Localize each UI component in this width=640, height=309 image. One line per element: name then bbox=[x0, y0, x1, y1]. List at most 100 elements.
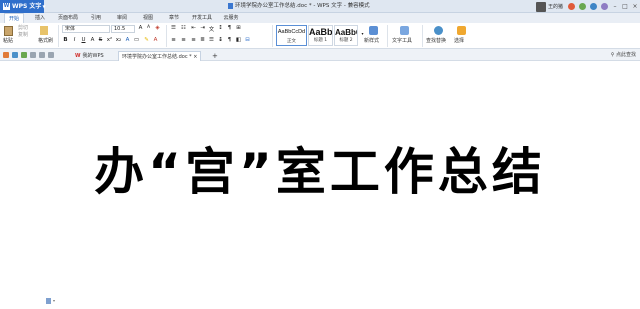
new-style-button[interactable]: 新样式 bbox=[364, 38, 379, 45]
maximize-button[interactable]: □ bbox=[620, 3, 630, 10]
page-icon[interactable] bbox=[46, 298, 51, 304]
style-caption: 标题 2 bbox=[339, 38, 353, 43]
quick-open-icon[interactable] bbox=[3, 52, 9, 58]
paste-button[interactable]: 粘贴 bbox=[3, 38, 13, 45]
close-tab-icon[interactable]: × bbox=[193, 54, 197, 60]
tab-developer[interactable]: 开发工具 bbox=[189, 13, 215, 23]
align-right-icon[interactable]: ≡ bbox=[190, 37, 197, 43]
find-replace-icon[interactable] bbox=[434, 26, 443, 35]
tab-insert[interactable]: 插入 bbox=[30, 13, 50, 23]
search-box[interactable]: ⚲ 点此查找 bbox=[611, 49, 636, 61]
paragraph-icon[interactable]: ¶ bbox=[226, 37, 233, 43]
app-menu-button[interactable]: W WPS 文字▼ bbox=[0, 0, 46, 13]
notification-icon[interactable] bbox=[568, 3, 575, 10]
font-name-select[interactable]: 宋体 bbox=[62, 25, 110, 33]
tab-document[interactable]: 环境学院办公室工作总结.doc * × bbox=[118, 51, 202, 61]
text-color-icon[interactable]: A bbox=[124, 37, 131, 43]
tab-label: 环境学院办公室工作总结.doc * bbox=[122, 54, 192, 60]
tab-view[interactable]: 视图 bbox=[138, 13, 158, 23]
tab-page-layout[interactable]: 页面布局 bbox=[55, 13, 81, 23]
text-effect-icon[interactable]: A bbox=[89, 37, 96, 43]
borders-icon[interactable]: ⊞ bbox=[235, 25, 242, 31]
line-spacing-icon[interactable]: ↨ bbox=[217, 37, 224, 43]
divider bbox=[272, 25, 273, 47]
quick-save-icon[interactable] bbox=[12, 52, 18, 58]
close-button[interactable]: × bbox=[630, 3, 640, 10]
style-sample: AaBbC bbox=[335, 28, 357, 37]
document-canvas[interactable]: 办“宫”室工作总结 ▾ bbox=[0, 62, 640, 309]
grow-font-icon[interactable]: A bbox=[137, 25, 144, 31]
tab-label: 我的WPS bbox=[82, 53, 104, 59]
divider bbox=[58, 25, 59, 47]
shrink-font-icon[interactable]: A bbox=[145, 25, 152, 30]
avatar[interactable] bbox=[535, 1, 546, 12]
divider bbox=[387, 25, 388, 47]
show-marks-icon[interactable]: ¶ bbox=[226, 25, 233, 31]
format-painter-button[interactable]: 格式刷 bbox=[38, 38, 53, 45]
font-color-icon[interactable]: A bbox=[152, 37, 159, 43]
style-heading-1[interactable]: AaBb 标题 1 bbox=[308, 25, 333, 46]
tab-cloud[interactable]: 云服务 bbox=[220, 13, 242, 23]
tab-references[interactable]: 引用 bbox=[86, 13, 106, 23]
quick-preview-icon[interactable] bbox=[30, 52, 36, 58]
divider bbox=[422, 25, 423, 47]
numbering-icon[interactable]: ☷ bbox=[180, 25, 187, 31]
chevron-down-icon[interactable]: ▾ bbox=[53, 298, 55, 303]
subscript-icon[interactable]: x₂ bbox=[115, 37, 122, 43]
select-button[interactable]: 选择 bbox=[454, 38, 464, 45]
tab-review[interactable]: 审阅 bbox=[112, 13, 132, 23]
window-title-text: 环境学院办公室工作总结.doc * - WPS 文字 - 兼容模式 bbox=[235, 3, 370, 9]
style-sample: AaBb bbox=[309, 27, 333, 37]
superscript-icon[interactable]: x² bbox=[106, 37, 113, 43]
text-tools-icon[interactable] bbox=[400, 26, 409, 35]
tab-section[interactable]: 章节 bbox=[164, 13, 184, 23]
new-tab-button[interactable]: + bbox=[209, 51, 221, 61]
sort-icon[interactable]: ↕ bbox=[217, 25, 224, 31]
tab-my-wps[interactable]: W 我的WPS bbox=[72, 51, 107, 61]
quick-print-icon[interactable] bbox=[21, 52, 27, 58]
style-sample: AaBbCcDd bbox=[277, 29, 306, 35]
title-bar-right: 王的猪 – □ × bbox=[535, 0, 640, 13]
highlight-icon[interactable]: ✎ bbox=[143, 37, 150, 43]
bullets-icon[interactable]: ☰ bbox=[170, 25, 177, 31]
borders-menu-icon[interactable]: ⊟ bbox=[244, 37, 251, 43]
align-center-icon[interactable]: ≡ bbox=[180, 37, 187, 43]
copy-button[interactable]: 复制 bbox=[18, 32, 28, 39]
style-heading-2[interactable]: AaBbC 标题 2 bbox=[334, 25, 358, 46]
menu-bar: 开始 插入 页面布局 引用 审阅 视图 章节 开发工具 云服务 bbox=[0, 13, 640, 23]
outdent-icon[interactable]: ⇤ bbox=[190, 25, 197, 31]
text-tools-button[interactable]: 文字工具 bbox=[392, 38, 412, 45]
help-icon[interactable] bbox=[590, 3, 597, 10]
cut-button[interactable]: 剪切 bbox=[18, 25, 28, 32]
indent-icon[interactable]: ⇥ bbox=[199, 25, 206, 31]
font-size-select[interactable]: 10.5 bbox=[111, 25, 135, 33]
shading-icon[interactable]: ◧ bbox=[235, 37, 242, 43]
character-border-icon[interactable]: ▭ bbox=[133, 37, 140, 43]
strikethrough-icon[interactable]: S bbox=[97, 37, 104, 43]
clear-format-icon[interactable]: ◈ bbox=[154, 25, 161, 31]
distribute-icon[interactable]: ☰ bbox=[208, 37, 215, 43]
skin-icon[interactable] bbox=[579, 3, 586, 10]
paste-icon[interactable] bbox=[4, 26, 13, 36]
justify-icon[interactable]: ≣ bbox=[199, 37, 206, 43]
tab-home[interactable]: 开始 bbox=[4, 13, 24, 23]
bold-icon[interactable]: B bbox=[62, 37, 69, 43]
username[interactable]: 王的猪 bbox=[548, 3, 563, 10]
align-left-icon[interactable]: ≡ bbox=[170, 37, 177, 43]
chinese-layout-icon[interactable]: 文 bbox=[208, 25, 215, 33]
redo-icon[interactable] bbox=[48, 52, 54, 58]
styles-more-icon[interactable]: ▾ bbox=[359, 31, 366, 36]
divider bbox=[166, 25, 167, 47]
underline-icon[interactable]: U bbox=[80, 37, 87, 43]
new-style-icon[interactable] bbox=[369, 26, 378, 35]
style-normal[interactable]: AaBbCcDd 正文 bbox=[276, 25, 307, 46]
app-name: WPS 文字 bbox=[12, 3, 42, 10]
select-icon[interactable] bbox=[457, 26, 466, 35]
minimize-button[interactable]: – bbox=[610, 3, 620, 10]
feedback-icon[interactable] bbox=[601, 3, 608, 10]
chevron-down-icon: ▼ bbox=[42, 4, 46, 9]
undo-icon[interactable] bbox=[39, 52, 45, 58]
find-replace-button[interactable]: 查找替换 bbox=[426, 38, 446, 45]
format-painter-icon[interactable] bbox=[40, 26, 48, 35]
italic-icon[interactable]: I bbox=[71, 37, 78, 43]
